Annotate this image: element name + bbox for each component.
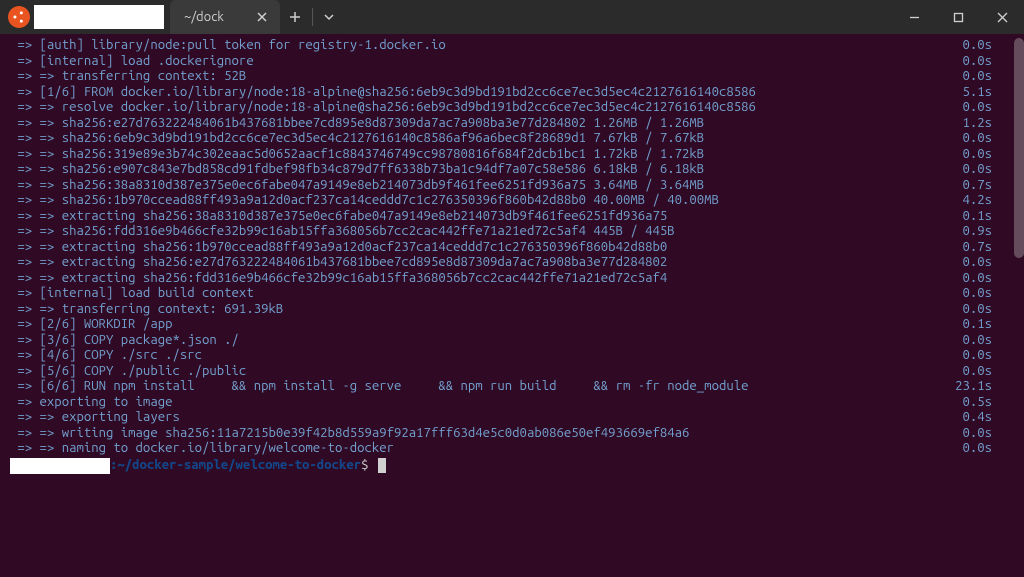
- line-text: => => naming to docker.io/library/welcom…: [10, 441, 394, 457]
- build-output-line: => => extracting sha256:e27d763222484061…: [10, 255, 1018, 271]
- line-text: => => writing image sha256:11a7215b0e39f…: [10, 426, 689, 442]
- build-output-line: => exporting to image0.5s: [10, 395, 1018, 411]
- build-output-line: => [internal] load .dockerignore0.0s: [10, 54, 1018, 70]
- build-output-line: => => sha256:38a8310d387e375e0ec6fabe047…: [10, 178, 1018, 194]
- tab-active[interactable]: ~/dock: [170, 0, 280, 34]
- build-output-line: => [1/6] FROM docker.io/library/node:18-…: [10, 85, 1018, 101]
- line-text: => [4/6] COPY ./src ./src: [10, 348, 202, 364]
- build-output-line: => => transferring context: 52B0.0s: [10, 69, 1018, 85]
- window-controls: [892, 0, 1024, 34]
- line-time: 23.1s: [955, 379, 1018, 395]
- line-text: => [auth] library/node:pull token for re…: [10, 38, 446, 54]
- line-text: => [6/6] RUN npm install && npm install …: [10, 379, 749, 395]
- line-text: => => sha256:e907c843e7bd858cd91fdbef98f…: [10, 162, 704, 178]
- line-text: => => extracting sha256:fdd316e9b466cfe3…: [10, 271, 667, 287]
- build-output-line: => => naming to docker.io/library/welcom…: [10, 441, 1018, 457]
- close-tab-button[interactable]: [254, 9, 270, 25]
- line-text: => [internal] load build context: [10, 286, 254, 302]
- line-text: => [5/6] COPY ./public ./public: [10, 364, 246, 380]
- line-text: => => sha256:319e89e3b74c302eaac5d0652aa…: [10, 147, 704, 163]
- tab-dropdown-button[interactable]: [315, 0, 343, 34]
- build-output-line: => [5/6] COPY ./public ./public0.0s: [10, 364, 1018, 380]
- build-output-line: => => sha256:6eb9c3d9bd191bd2cc6ce7ec3d5…: [10, 131, 1018, 147]
- terminal-window: ~/dock => [auth] library/node:pull token: [0, 0, 1024, 577]
- scrollbar[interactable]: [1010, 34, 1024, 577]
- build-output-line: => [4/6] COPY ./src ./src0.0s: [10, 348, 1018, 364]
- line-text: => => sha256:6eb9c3d9bd191bd2cc6ce7ec3d5…: [10, 131, 704, 147]
- line-text: => => exporting layers: [10, 410, 180, 426]
- redacted-area: [34, 5, 164, 29]
- line-text: => => sha256:38a8310d387e375e0ec6fabe047…: [10, 178, 704, 194]
- build-output-line: => [2/6] WORKDIR /app0.1s: [10, 317, 1018, 333]
- line-text: => [2/6] WORKDIR /app: [10, 317, 172, 333]
- build-output-line: => => sha256:fdd316e9b466cfe32b99c16ab15…: [10, 224, 1018, 240]
- scrollbar-thumb[interactable]: [1014, 38, 1024, 258]
- build-output-line: => [internal] load build context0.0s: [10, 286, 1018, 302]
- build-output-line: => [3/6] COPY package*.json ./0.0s: [10, 333, 1018, 349]
- prompt-line: :~/docker-sample/welcome-to-docker $: [10, 457, 1018, 475]
- close-window-button[interactable]: [980, 0, 1024, 34]
- titlebar: ~/dock: [0, 0, 1024, 34]
- prompt-path: :~/docker-sample/welcome-to-docker: [110, 458, 361, 474]
- minimize-button[interactable]: [892, 0, 936, 34]
- build-output-line: => => sha256:1b970ccead88ff493a9a12d0acf…: [10, 193, 1018, 209]
- build-output-line: => => resolve docker.io/library/node:18-…: [10, 100, 1018, 116]
- redacted-user-host: [10, 458, 110, 474]
- line-text: => => extracting sha256:38a8310d387e375e…: [10, 209, 667, 225]
- build-output-line: => [6/6] RUN npm install && npm install …: [10, 379, 1018, 395]
- maximize-button[interactable]: [936, 0, 980, 34]
- build-output-line: => => extracting sha256:38a8310d387e375e…: [10, 209, 1018, 225]
- line-text: => [3/6] COPY package*.json ./: [10, 333, 239, 349]
- line-text: => => sha256:e27d763222484061b437681bbee…: [10, 116, 704, 132]
- build-output-line: => => writing image sha256:11a7215b0e39f…: [10, 426, 1018, 442]
- line-text: => => sha256:fdd316e9b466cfe32b99c16ab15…: [10, 224, 675, 240]
- build-output-line: => => sha256:e907c843e7bd858cd91fdbef98f…: [10, 162, 1018, 178]
- build-output-line: => => exporting layers0.4s: [10, 410, 1018, 426]
- build-output-line: => => sha256:319e89e3b74c302eaac5d0652aa…: [10, 147, 1018, 163]
- line-text: => [1/6] FROM docker.io/library/node:18-…: [10, 85, 756, 101]
- line-text: => => extracting sha256:e27d763222484061…: [10, 255, 667, 271]
- ubuntu-icon: [8, 6, 30, 28]
- line-text: => => resolve docker.io/library/node:18-…: [10, 100, 756, 116]
- build-output-line: => => transferring context: 691.39kB0.0s: [10, 302, 1018, 318]
- prompt-symbol: $: [361, 458, 376, 474]
- line-text: => => sha256:1b970ccead88ff493a9a12d0acf…: [10, 193, 719, 209]
- build-output-line: => => extracting sha256:fdd316e9b466cfe3…: [10, 271, 1018, 287]
- toolbar-divider: [312, 8, 313, 26]
- line-text: => => transferring context: 691.39kB: [10, 302, 283, 318]
- terminal-body[interactable]: => [auth] library/node:pull token for re…: [0, 34, 1024, 577]
- line-text: => exporting to image: [10, 395, 172, 411]
- tab-title: ~/dock: [184, 10, 224, 24]
- build-output-line: => [auth] library/node:pull token for re…: [10, 38, 1018, 54]
- new-tab-button[interactable]: [280, 0, 310, 34]
- cursor: [378, 458, 386, 473]
- line-text: => [internal] load .dockerignore: [10, 54, 254, 70]
- build-output-line: => => extracting sha256:1b970ccead88ff49…: [10, 240, 1018, 256]
- line-text: => => transferring context: 52B: [10, 69, 246, 85]
- build-output-line: => => sha256:e27d763222484061b437681bbee…: [10, 116, 1018, 132]
- line-text: => => extracting sha256:1b970ccead88ff49…: [10, 240, 667, 256]
